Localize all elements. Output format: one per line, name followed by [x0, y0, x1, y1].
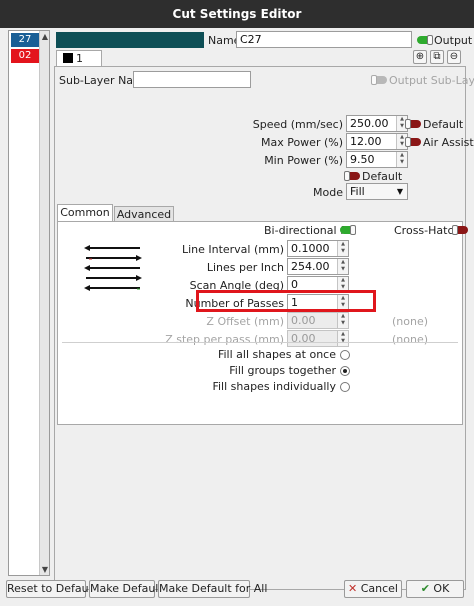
field-value: 254.00 — [291, 260, 330, 273]
tab-common[interactable]: Common — [57, 204, 113, 222]
reset-to-default-button[interactable]: Reset to Default — [6, 580, 96, 598]
max-power-value: 12.00 — [350, 135, 382, 148]
fill-swatch-icon — [63, 53, 73, 63]
remove-sublayer-icon[interactable]: ⊖ — [447, 50, 461, 64]
field-input[interactable]: 0.1000 ▲ ▼ — [287, 240, 349, 257]
max-power-input[interactable]: 12.00 ▲ ▼ — [346, 133, 408, 150]
cancel-button-label: Cancel — [360, 582, 398, 595]
cross-hatch-label: Cross-Hatch — [394, 224, 461, 237]
field-value: 0.00 — [291, 314, 316, 327]
fill-direction-preview-icon — [84, 245, 142, 291]
field-input[interactable]: 0.00 ▲ ▼ — [287, 330, 349, 347]
field-input[interactable]: 0.00 ▲ ▼ — [287, 312, 349, 329]
layer-list[interactable]: 27 02 ▲ ▼ — [8, 30, 50, 576]
field-note: (none) — [392, 315, 429, 328]
output-label: Output — [434, 34, 473, 47]
output-toggle[interactable] — [417, 35, 433, 45]
mode-select[interactable]: Fill ▼ — [346, 183, 408, 200]
cancel-button[interactable]: ✕ Cancel — [344, 580, 402, 598]
field-note: (none) — [392, 333, 429, 346]
divider — [62, 342, 458, 343]
layer-list-scrollbar[interactable]: ▲ ▼ — [39, 31, 49, 575]
min-power-input[interactable]: 9.50 ▲ ▼ — [346, 151, 408, 168]
sublayer-name-input[interactable] — [133, 71, 251, 88]
make-default-for-all-button[interactable]: Make Default for All — [158, 580, 267, 598]
add-sublayer-icon[interactable]: ⊕ — [413, 50, 427, 64]
cut-settings-window: 27 02 ▲ ▼ Name C27 Output 1 Fill ⊕ ⧉ ⊖ S… — [0, 28, 474, 606]
spin-arrows-icon[interactable]: ▲ ▼ — [337, 331, 348, 346]
field-input[interactable]: 254.00 ▲ ▼ — [287, 258, 349, 275]
spin-arrows-icon[interactable]: ▲ ▼ — [337, 241, 348, 256]
ok-button[interactable]: ✔ OK — [406, 580, 464, 598]
ok-button-label: OK — [433, 582, 450, 595]
field-value: 0.1000 — [291, 242, 330, 255]
bidirectional-fill-toggle[interactable] — [340, 225, 356, 235]
scroll-down-icon[interactable]: ▼ — [40, 565, 50, 574]
mode-value: Fill — [350, 185, 365, 198]
max-power-label: Max Power (%) — [260, 136, 343, 149]
field-label: Lines per Inch — [206, 261, 284, 274]
spin-arrows-icon[interactable]: ▲ ▼ — [337, 259, 348, 274]
scroll-up-icon[interactable]: ▲ — [40, 32, 50, 41]
field-label: Z step per pass (mm) — [165, 333, 284, 346]
output-sublayer-toggle[interactable] — [371, 75, 387, 85]
layer-color-swatch[interactable] — [56, 32, 204, 48]
speed-label: Speed (mm/sec) — [252, 118, 343, 131]
cross-hatch-toggle[interactable] — [452, 225, 468, 235]
field-label: Z Offset (mm) — [206, 315, 284, 328]
speed-input[interactable]: 250.00 ▲ ▼ — [346, 115, 408, 132]
output-sublayer-label: Output Sub-Layer — [389, 74, 474, 87]
radio-label: Fill groups together — [229, 364, 336, 377]
copy-sublayer-icon[interactable]: ⧉ — [430, 50, 444, 64]
radio-button[interactable] — [340, 350, 350, 360]
number-of-passes-highlight — [196, 290, 376, 312]
make-default-button[interactable]: Make Default — [89, 580, 163, 598]
speed-default-label: Default — [423, 118, 464, 131]
radio-label: Fill shapes individually — [212, 380, 336, 393]
speed-value: 250.00 — [350, 117, 389, 130]
field-value: 0.00 — [291, 332, 316, 345]
field-label: Line Interval (mm) — [181, 243, 284, 256]
min-power-default-toggle[interactable] — [344, 171, 360, 181]
name-input[interactable]: C27 — [236, 31, 412, 48]
check-icon: ✔ — [420, 582, 430, 595]
radio-button[interactable] — [340, 382, 350, 392]
window-title: Cut Settings Editor — [0, 0, 474, 28]
tab-advanced[interactable]: Advanced — [114, 206, 174, 222]
mode-label: Mode — [313, 186, 343, 199]
min-power-spin-icon[interactable]: ▲ ▼ — [396, 152, 407, 167]
radio-label: Fill all shapes at once — [217, 348, 336, 361]
speed-default-toggle[interactable] — [405, 119, 421, 129]
radio-button[interactable] — [340, 366, 350, 376]
cancel-x-icon: ✕ — [348, 582, 358, 595]
layer-item-27[interactable]: 27 — [11, 33, 39, 47]
air-assist-label: Air Assist — [423, 136, 474, 149]
chevron-down-icon: ▼ — [396, 187, 403, 196]
air-assist-toggle[interactable] — [405, 137, 421, 147]
min-power-label: Min Power (%) — [264, 154, 343, 167]
sublayer-settings-pane: Sub-Layer Name Output Sub-Layer Speed (m… — [54, 66, 474, 590]
layer-item-02[interactable]: 02 — [11, 49, 39, 63]
spin-arrows-icon[interactable]: ▲ ▼ — [337, 313, 348, 328]
common-tab-panel: Bi-directional fill Cross-Hatch Line Int… — [57, 221, 468, 425]
min-power-default-label: Default — [362, 170, 403, 183]
min-power-value: 9.50 — [350, 153, 375, 166]
